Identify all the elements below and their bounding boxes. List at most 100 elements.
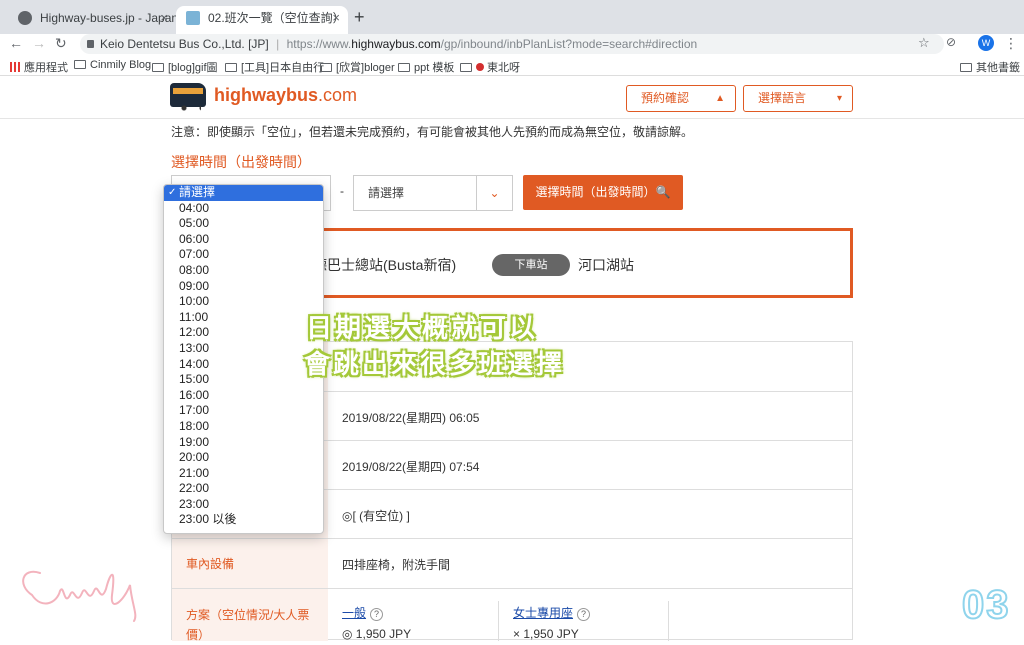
annotation-line-1: 日期選大概就可以: [306, 313, 539, 343]
language-select-button[interactable]: 選擇語言 ▾: [743, 85, 853, 112]
bookmark-tohoku[interactable]: 東北呀: [460, 59, 520, 75]
globe-icon: [18, 11, 32, 25]
dropdown-option[interactable]: 04:00: [164, 201, 323, 217]
url-input[interactable]: Keio Dentetsu Bus Co.,Ltd. [JP] | https:…: [80, 34, 944, 54]
plan-general-link[interactable]: 一般: [342, 606, 366, 620]
table-row: 車內設備 四排座椅，附洗手間: [172, 539, 852, 589]
bookmark-japan-trip[interactable]: [工具]日本自由行: [225, 59, 324, 75]
bookmark-bloger[interactable]: [欣賞]bloger: [320, 59, 395, 75]
plan-ladies-link[interactable]: 女士專用座: [513, 606, 573, 620]
folder-icon: [460, 63, 472, 72]
bookmark-ppt[interactable]: ppt 模板: [398, 59, 454, 75]
bookmarks-bar: 應用程式 Cinmily Blog [blog]gif圖 [工具]日本自由行 […: [0, 56, 1024, 76]
option-label: 16:00: [179, 387, 210, 402]
bookmark-apps[interactable]: 應用程式: [10, 59, 68, 75]
dropdown-option[interactable]: 11:00: [164, 310, 323, 326]
button-label: 選擇語言: [758, 91, 807, 105]
bookmark-blog-gif[interactable]: [blog]gif圖: [152, 59, 218, 75]
site-logo[interactable]: highwaybus.com: [214, 85, 357, 106]
url-scheme: https://www.: [286, 37, 352, 51]
dropdown-option[interactable]: 16:00: [164, 388, 323, 404]
option-label: 12:00: [179, 325, 210, 340]
option-label: 07:00: [179, 247, 210, 262]
folder-icon: [320, 63, 332, 72]
dropdown-option[interactable]: 07:00: [164, 247, 323, 263]
profile-avatar[interactable]: W: [978, 35, 994, 51]
dropdown-option[interactable]: 21:00: [164, 466, 323, 482]
person-icon: ▲: [715, 93, 725, 104]
page-number: 03: [961, 582, 1011, 628]
site-identity: Keio Dentetsu Bus Co.,Ltd. [JP]: [100, 37, 269, 51]
end-time-select[interactable]: 請選擇 ⌄: [353, 175, 513, 211]
option-label: 17:00: [179, 403, 210, 418]
dropdown-option[interactable]: 12:00: [164, 325, 323, 341]
option-label: 21:00: [179, 465, 210, 480]
browser-tab-plan-list[interactable]: 02.班次一覽（空位查詢） ×: [176, 6, 348, 34]
option-label: 10:00: [179, 294, 210, 309]
plan-ladies: 女士專用座? × 1,950 JPY: [513, 604, 591, 641]
search-time-button[interactable]: 選擇時間（出發時間）🔍: [523, 175, 683, 210]
dropdown-option[interactable]: 15:00: [164, 372, 323, 388]
dropdown-option[interactable]: 20:00: [164, 450, 323, 466]
browser-menu-icon[interactable]: ⋮: [1004, 35, 1018, 52]
option-label: 05:00: [179, 216, 210, 231]
browser-tab-highway-buses[interactable]: Highway-buses.jp - Japan ×: [8, 6, 178, 34]
dropdown-option[interactable]: 10:00: [164, 294, 323, 310]
dropdown-option[interactable]: 13:00: [164, 341, 323, 357]
reload-button[interactable]: ↻: [55, 35, 67, 52]
option-label: 06:00: [179, 231, 210, 246]
dropdown-option[interactable]: 17:00: [164, 403, 323, 419]
boarding-stop: 德巴士總站(Busta新宿): [313, 257, 457, 273]
dropdown-option[interactable]: 23:00 以後: [164, 512, 323, 528]
close-icon[interactable]: ×: [160, 6, 168, 30]
bookmark-others[interactable]: 其他書籤: [960, 59, 1020, 75]
caret-down-icon: ▾: [836, 93, 842, 104]
dropdown-option[interactable]: 05:00: [164, 216, 323, 232]
range-dash: -: [340, 184, 344, 198]
bookmark-star-icon[interactable]: ☆: [918, 35, 930, 51]
extension-icon[interactable]: ⊘: [946, 35, 956, 49]
dropdown-option[interactable]: 08:00: [164, 263, 323, 279]
dropdown-option[interactable]: 18:00: [164, 419, 323, 435]
bookmark-cinmily-blog[interactable]: Cinmily Blog: [74, 59, 151, 71]
option-label: 15:00: [179, 372, 210, 387]
logo-name: highwaybus: [214, 85, 319, 105]
url-path: /gp/inbound/inbPlanList?mode=search#dire…: [440, 37, 698, 51]
folder-icon: [398, 63, 410, 72]
bookmark-label: [工具]日本自由行: [241, 62, 325, 74]
back-button[interactable]: ←: [9, 35, 23, 51]
dropdown-option[interactable]: 19:00: [164, 435, 323, 451]
dropdown-option[interactable]: 09:00: [164, 279, 323, 295]
option-label: 14:00: [179, 356, 210, 371]
table-row: 方案（空位情況/大人票價） 一般? ◎ 1,950 JPY 女士專用座? × 1…: [172, 589, 852, 642]
dropdown-option[interactable]: 14:00: [164, 357, 323, 373]
availability-status: ◎[ (有空位) ]: [342, 509, 410, 523]
chevron-down-icon: ⌄: [476, 176, 512, 210]
dropdown-option[interactable]: 06:00: [164, 232, 323, 248]
url-text: https://www.highwaybus.com/gp/inbound/in…: [287, 37, 698, 51]
browser-tab-bar: Highway-buses.jp - Japan × 02.班次一覽（空位查詢）…: [0, 0, 1024, 34]
forward-button[interactable]: →: [32, 35, 46, 51]
dropdown-option[interactable]: 22:00: [164, 481, 323, 497]
help-icon[interactable]: ?: [577, 608, 591, 621]
button-label: 預約確認: [641, 91, 690, 105]
bookmark-label: Cinmily Blog: [90, 59, 152, 71]
option-label: 18:00: [179, 418, 210, 433]
departure-time: 2019/08/22(星期四) 06:05: [342, 411, 480, 425]
option-label: 13:00: [179, 340, 210, 355]
close-icon[interactable]: ×: [332, 6, 340, 30]
dropdown-option[interactable]: 23:00: [164, 497, 323, 513]
folder-icon: [74, 60, 86, 69]
annotation-line-2: 會跳出來很多班選擇: [304, 349, 566, 379]
facilities-label: 車內設備: [172, 539, 328, 588]
time-dropdown-list[interactable]: ✓ 請選擇 04:00 05:00 06:00 07:00 08:00 09:00 10:00 1…: [163, 184, 324, 534]
dropdown-option[interactable]: ✓ 請選擇: [164, 185, 323, 201]
help-icon[interactable]: ?: [370, 608, 384, 621]
option-label: 請選擇: [179, 185, 216, 199]
seat-notice: 注意：即使顯示「空位」，但若還未完成預約，有可能會被其他人先預約而成為無空位，敬…: [171, 125, 694, 139]
new-tab-button[interactable]: +: [354, 7, 365, 28]
plan-price: × 1,950 JPY: [513, 627, 579, 641]
bus-logo-icon[interactable]: [170, 83, 206, 111]
reservation-check-button[interactable]: 預約確認 ▲: [626, 85, 736, 112]
logo-suffix: .com: [318, 85, 358, 105]
